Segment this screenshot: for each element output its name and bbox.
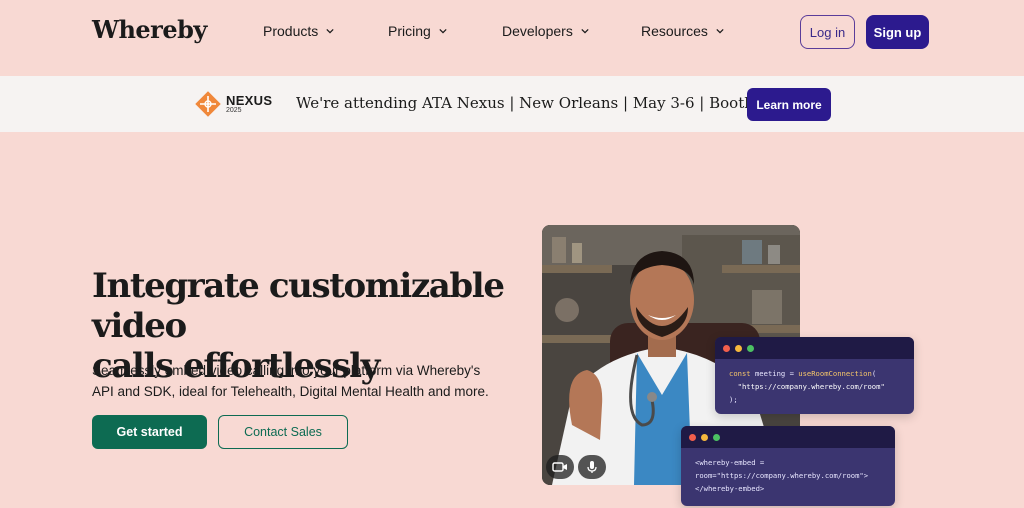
minimize-dot-icon — [701, 433, 708, 441]
nexus-diamond-icon — [195, 91, 221, 117]
maximize-dot-icon — [713, 433, 720, 441]
top-navigation: Whereby Products Pricing Developers Reso… — [0, 0, 1024, 76]
camera-toggle-button[interactable] — [546, 455, 574, 479]
nav-item-developers[interactable]: Developers — [502, 23, 589, 39]
microphone-icon — [587, 461, 597, 473]
nav-item-label: Resources — [641, 23, 708, 39]
nav-item-label: Products — [263, 23, 319, 39]
nav-item-products[interactable]: Products — [263, 23, 334, 39]
hero-subtitle: Seamlessly embed video calling into your… — [92, 360, 502, 402]
code-snippet-sdk: const meeting = useRoomConnection( "http… — [715, 337, 914, 414]
nexus-event-logo: NEXUS 2025 — [194, 90, 272, 118]
close-dot-icon — [723, 344, 730, 352]
code-text: const meeting = useRoomConnection( "http… — [729, 369, 885, 404]
banner-text: We're attending ATA Nexus | New Orleans … — [296, 94, 800, 112]
nav-item-label: Developers — [502, 23, 573, 39]
chevron-down-icon — [581, 28, 589, 34]
code-window-header — [681, 426, 895, 448]
hero-title-line: Integrate customizable video — [92, 266, 505, 346]
signup-button[interactable]: Sign up — [866, 15, 929, 49]
nexus-name: NEXUS — [226, 93, 273, 108]
hero-subtitle-line: Seamlessly embed video calling into your… — [92, 363, 481, 378]
camera-icon — [552, 462, 567, 472]
learn-more-button[interactable]: Learn more — [747, 88, 831, 121]
chevron-down-icon — [716, 28, 724, 34]
minimize-dot-icon — [735, 344, 742, 352]
maximize-dot-icon — [747, 344, 754, 352]
nav-item-pricing[interactable]: Pricing — [388, 23, 447, 39]
code-snippet-embed: <whereby-embed = room="https://company.w… — [681, 426, 895, 506]
get-started-button[interactable]: Get started — [92, 415, 207, 449]
nav-item-label: Pricing — [388, 23, 431, 39]
nav-item-resources[interactable]: Resources — [641, 23, 724, 39]
code-window-header — [715, 337, 914, 359]
chevron-down-icon — [326, 28, 334, 34]
whereby-logo[interactable]: Whereby — [92, 15, 207, 44]
chevron-down-icon — [439, 28, 447, 34]
code-text: <whereby-embed = room="https://company.w… — [695, 458, 869, 493]
contact-sales-button[interactable]: Contact Sales — [218, 415, 348, 449]
microphone-toggle-button[interactable] — [578, 455, 606, 479]
hero-subtitle-line: API and SDK, ideal for Telehealth, Digit… — [92, 384, 489, 399]
login-button[interactable]: Log in — [800, 15, 855, 49]
nexus-year: 2025 — [226, 107, 242, 114]
close-dot-icon — [689, 433, 696, 441]
